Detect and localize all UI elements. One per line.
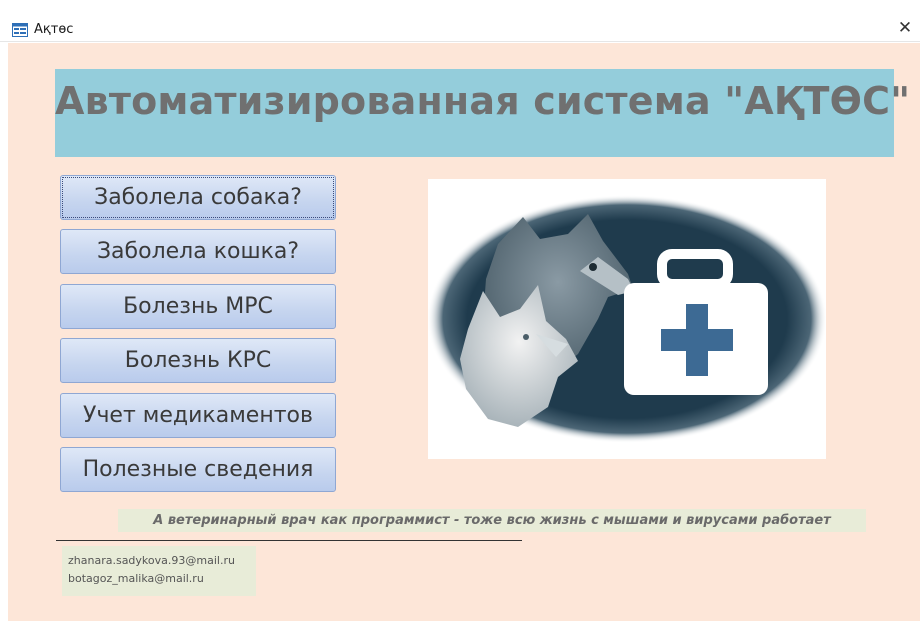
window-title: Ақтөс (34, 22, 74, 37)
page-title: Автоматизированная система "АҚТӨС" (55, 79, 911, 123)
small-livestock-disease-button[interactable]: Болезнь МРС (60, 284, 336, 329)
contact-email-2: botagoz_malika@mail.ru (68, 572, 204, 585)
close-icon[interactable]: ✕ (894, 17, 916, 39)
vet-illustration-icon (427, 195, 827, 443)
title-bar: Ақтөс ✕ (0, 0, 920, 42)
cattle-disease-button[interactable]: Болезнь КРС (60, 338, 336, 383)
useful-info-button[interactable]: Полезные сведения (60, 447, 336, 492)
main-form: Автоматизированная система "АҚТӨС" Забол… (8, 43, 920, 621)
form-icon (12, 23, 28, 37)
sick-dog-button[interactable]: Заболела собака? (60, 175, 336, 220)
contact-email-1: zhanara.sadykova.93@mail.ru (68, 554, 235, 567)
sick-cat-button[interactable]: Заболела кошка? (60, 229, 336, 274)
medicine-inventory-button[interactable]: Учет медикаментов (60, 393, 336, 438)
header-banner: Автоматизированная система "АҚТӨС" (55, 69, 911, 157)
contacts-box: zhanara.sadykova.93@mail.ru botagoz_mali… (62, 546, 256, 596)
motto-text: А ветеринарный врач как программист - то… (118, 509, 866, 532)
vet-dog-cat-medical-kit-image (427, 179, 827, 459)
footer-divider (56, 540, 522, 541)
